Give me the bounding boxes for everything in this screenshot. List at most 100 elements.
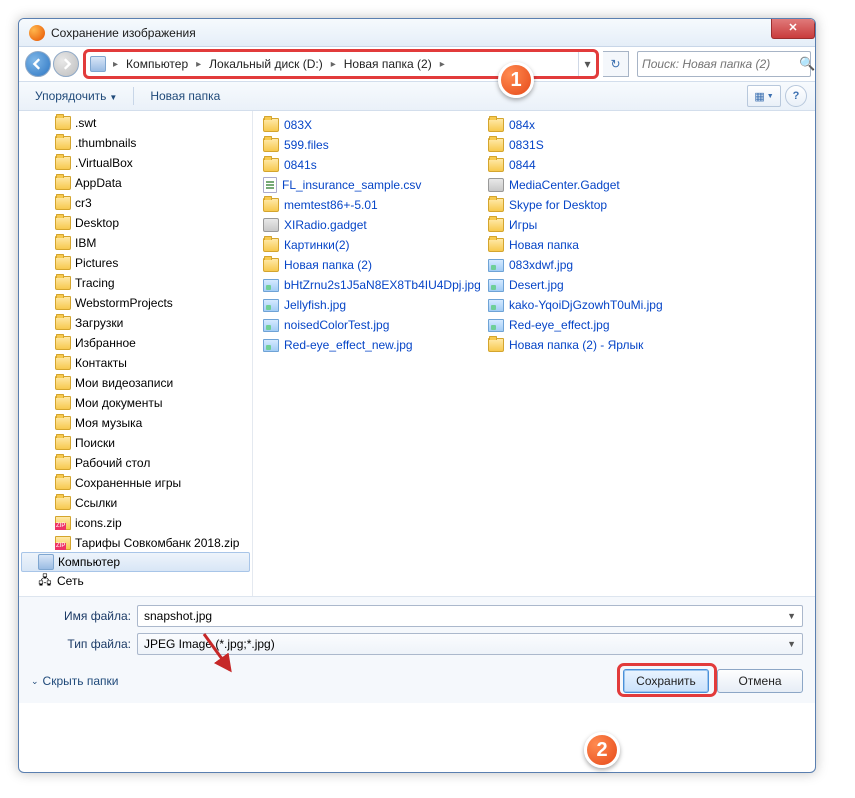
new-folder-button[interactable]: Новая папка — [142, 85, 228, 107]
tree-item[interactable]: Рабочий стол — [19, 453, 252, 473]
search-box[interactable]: 🔍 — [637, 51, 811, 77]
tree-item-label: Избранное — [75, 336, 136, 350]
file-item[interactable]: Игры — [486, 215, 711, 235]
image-icon — [263, 339, 279, 352]
folder-icon — [55, 216, 71, 230]
save-button[interactable]: Сохранить — [623, 669, 709, 693]
toolbar-separator — [133, 87, 134, 105]
titlebar: Сохранение изображения ✕ — [19, 19, 815, 47]
file-item[interactable]: 599.files — [261, 135, 486, 155]
chevron-down-icon[interactable]: ▼ — [787, 611, 796, 621]
folder-icon — [55, 156, 71, 170]
tree-item[interactable]: IBM — [19, 233, 252, 253]
file-item[interactable]: bHtZrnu2s1J5aN8EX8Tb4IU4Dpj.jpg — [261, 275, 486, 295]
file-item[interactable]: FL_insurance_sample.csv — [261, 175, 486, 195]
file-item[interactable]: Новая папка (2) - Ярлык — [486, 335, 711, 355]
tree-item[interactable]: AppData — [19, 173, 252, 193]
file-item[interactable]: Skype for Desktop — [486, 195, 711, 215]
file-item[interactable]: memtest86+-5.01 — [261, 195, 486, 215]
tree-item[interactable]: Моя музыка — [19, 413, 252, 433]
folder-tree[interactable]: .swt.thumbnails.VirtualBoxAppDatacr3Desk… — [19, 111, 253, 596]
file-item[interactable]: 083X — [261, 115, 486, 135]
breadcrumb-item[interactable]: Компьютер — [123, 55, 191, 73]
tree-item-label: Pictures — [75, 256, 118, 270]
file-item[interactable]: Новая папка (2) — [261, 255, 486, 275]
tree-item[interactable]: WebstormProjects — [19, 293, 252, 313]
file-item[interactable]: Desert.jpg — [486, 275, 711, 295]
help-button[interactable]: ? — [785, 85, 807, 107]
breadcrumb-item[interactable]: Локальный диск (D:) — [206, 55, 326, 73]
file-item[interactable]: kako-YqoiDjGzowhT0uMi.jpg — [486, 295, 711, 315]
folder-icon — [263, 238, 279, 252]
file-item[interactable]: XIRadio.gadget — [261, 215, 486, 235]
tree-item[interactable]: Компьютер — [21, 552, 250, 572]
tree-item[interactable]: Мои документы — [19, 393, 252, 413]
breadcrumb-item[interactable]: Новая папка (2) — [341, 55, 435, 73]
file-item[interactable]: Jellyfish.jpg — [261, 295, 486, 315]
refresh-button[interactable]: ↻ — [603, 51, 629, 77]
file-item[interactable]: Картинки(2) — [261, 235, 486, 255]
folder-icon — [55, 136, 71, 150]
folder-icon — [55, 116, 71, 130]
shortcut-icon — [488, 338, 504, 352]
tree-item[interactable]: Мои видеозаписи — [19, 373, 252, 393]
folder-icon — [55, 316, 71, 330]
tree-item[interactable]: Сохраненные игры — [19, 473, 252, 493]
organize-menu[interactable]: Упорядочить▼ — [27, 85, 125, 107]
image-icon — [488, 279, 504, 292]
file-item[interactable]: 084x — [486, 115, 711, 135]
tree-item[interactable]: Tracing — [19, 273, 252, 293]
filename-input[interactable]: snapshot.jpg ▼ — [137, 605, 803, 627]
address-dropdown-icon[interactable]: ▾ — [578, 52, 596, 76]
file-item[interactable]: 0841s — [261, 155, 486, 175]
tree-item-label: Контакты — [75, 356, 127, 370]
tree-item[interactable]: .thumbnails — [19, 133, 252, 153]
image-icon — [263, 299, 279, 312]
tree-item[interactable]: Загрузки — [19, 313, 252, 333]
folder-icon — [488, 218, 504, 232]
navigation-bar: ▸ Компьютер ▸ Локальный диск (D:) ▸ Нова… — [19, 47, 815, 81]
file-item[interactable]: Новая папка — [486, 235, 711, 255]
file-item[interactable]: 083xdwf.jpg — [486, 255, 711, 275]
tree-item-label: icons.zip — [75, 516, 122, 530]
annotation-badge-1: 1 — [498, 62, 534, 98]
tree-item[interactable]: 🖧Сеть — [19, 571, 252, 591]
tree-item[interactable]: icons.zip — [19, 513, 252, 533]
collapse-icon: ⌄ — [31, 676, 39, 687]
file-item-label: Desert.jpg — [509, 278, 564, 292]
search-input[interactable] — [642, 57, 799, 71]
tree-item[interactable]: Контакты — [19, 353, 252, 373]
file-item[interactable]: 0831S — [486, 135, 711, 155]
file-item[interactable]: 0844 — [486, 155, 711, 175]
file-item[interactable]: Red-eye_effect.jpg — [486, 315, 711, 335]
window-title: Сохранение изображения — [51, 26, 196, 40]
file-item[interactable]: noisedColorTest.jpg — [261, 315, 486, 335]
tree-item[interactable]: Избранное — [19, 333, 252, 353]
tree-item[interactable]: cr3 — [19, 193, 252, 213]
file-item-label: Новая папка (2) - Ярлык — [509, 338, 643, 352]
hide-folders-toggle[interactable]: ⌄ Скрыть папки — [31, 674, 118, 688]
forward-button[interactable] — [53, 51, 79, 77]
folder-icon — [488, 118, 504, 132]
file-item[interactable]: MediaCenter.Gadget — [486, 175, 711, 195]
cancel-button[interactable]: Отмена — [717, 669, 803, 693]
file-list[interactable]: 083X599.files0841sFL_insurance_sample.cs… — [253, 111, 815, 596]
tree-item-label: Моя музыка — [75, 416, 142, 430]
close-button[interactable]: ✕ — [771, 19, 815, 39]
tree-item[interactable]: Ссылки — [19, 493, 252, 513]
tree-item[interactable]: .VirtualBox — [19, 153, 252, 173]
tree-item[interactable]: Тарифы Совкомбанк 2018.zip — [19, 533, 252, 553]
back-button[interactable] — [25, 51, 51, 77]
folder-icon — [55, 476, 71, 490]
file-item-label: Игры — [509, 218, 537, 232]
tree-item-label: Сохраненные игры — [75, 476, 181, 490]
view-options-button[interactable]: ▦ ▼ — [747, 85, 781, 107]
chevron-down-icon[interactable]: ▼ — [787, 639, 796, 649]
tree-item[interactable]: Pictures — [19, 253, 252, 273]
bottom-panel: Имя файла: snapshot.jpg ▼ Тип файла: JPE… — [19, 596, 815, 703]
tree-item[interactable]: .swt — [19, 113, 252, 133]
tree-item[interactable]: Desktop — [19, 213, 252, 233]
file-item[interactable]: Red-eye_effect_new.jpg — [261, 335, 486, 355]
file-item-label: 0831S — [509, 138, 544, 152]
tree-item[interactable]: Поиски — [19, 433, 252, 453]
